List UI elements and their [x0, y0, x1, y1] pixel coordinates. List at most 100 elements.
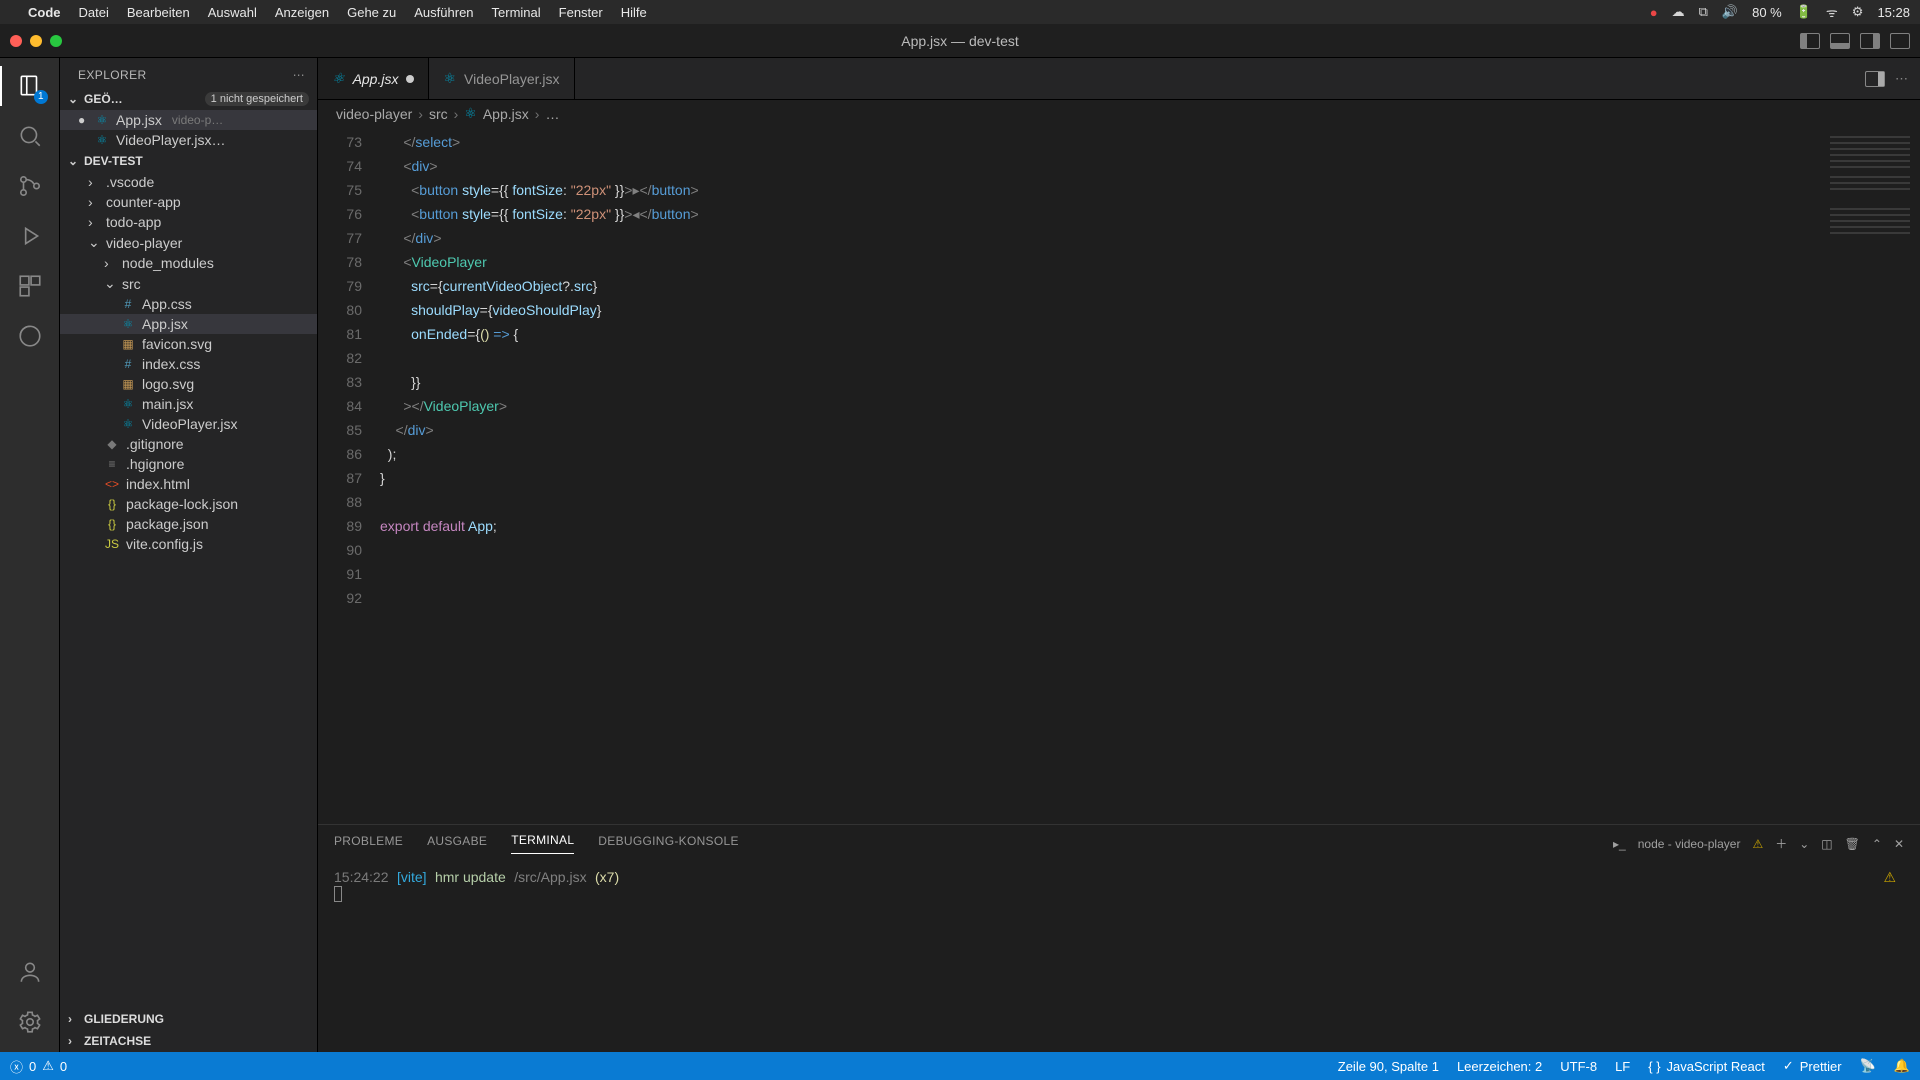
minimize-window-button[interactable] — [30, 35, 42, 47]
close-window-button[interactable] — [10, 35, 22, 47]
panel-tab-ausgabe[interactable]: AUSGABE — [427, 834, 487, 854]
terminal-name[interactable]: node - video-player — [1638, 837, 1741, 851]
terminal-process-icon[interactable]: ▸_ — [1613, 837, 1626, 851]
code-editor[interactable]: </select> <div> <button style={{ fontSiz… — [380, 128, 1820, 824]
wifi-icon[interactable]: ᯤ — [1826, 3, 1838, 21]
file-item[interactable]: ◆.gitignore — [60, 434, 317, 454]
file-item[interactable]: JSvite.config.js — [60, 534, 317, 554]
sidebar-more-icon[interactable]: ⋯ — [293, 68, 305, 82]
terminal-warning-icon[interactable]: ⚠ — [1752, 837, 1763, 851]
traffic-lights — [10, 35, 62, 47]
file-item[interactable]: ▦logo.svg — [60, 374, 317, 394]
file-item[interactable]: ≡.hgignore — [60, 454, 317, 474]
breadcrumb-seg[interactable]: src — [429, 106, 448, 122]
menu-datei[interactable]: Datei — [79, 5, 109, 20]
status-errors[interactable]: ⓧ0 ⚠0 — [10, 1057, 67, 1076]
breadcrumb[interactable]: video-player› src› ⚛ App.jsx› … — [318, 100, 1920, 128]
status-bell-icon[interactable]: 🔔 — [1894, 1058, 1910, 1074]
extensions-icon[interactable] — [14, 270, 46, 302]
terminal-output[interactable]: ⚠ 15:24:22 [vite] hmr update /src/App.js… — [318, 863, 1920, 1052]
status-prettier[interactable]: ✓Prettier — [1783, 1058, 1842, 1074]
breadcrumb-seg[interactable]: App.jsx — [483, 106, 529, 122]
file-item[interactable]: <>index.html — [60, 474, 317, 494]
menu-bearbeiten[interactable]: Bearbeiten — [127, 5, 190, 20]
split-terminal-icon[interactable]: ◫ — [1821, 837, 1832, 851]
workspace-section[interactable]: ⌄ DEV-TEST — [60, 150, 317, 172]
outline-section[interactable]: › GLIEDERUNG — [60, 1008, 317, 1030]
window-title: App.jsx — dev-test — [901, 33, 1019, 49]
file-item[interactable]: ⚛VideoPlayer.jsx — [60, 414, 317, 434]
edge-tools-icon[interactable] — [14, 320, 46, 352]
status-eol[interactable]: LF — [1615, 1059, 1630, 1074]
record-icon[interactable]: ● — [1650, 5, 1658, 20]
open-editors-section[interactable]: ⌄ GEÖ… 1 nicht gespeichert — [60, 88, 317, 110]
file-item[interactable]: #index.css — [60, 354, 317, 374]
activity-bar: 1 — [0, 58, 60, 1052]
minimap[interactable] — [1820, 128, 1920, 824]
source-control-icon[interactable] — [14, 170, 46, 202]
folder-item[interactable]: ›todo-app — [60, 212, 317, 232]
error-icon: ⓧ — [10, 1057, 23, 1076]
status-feedback-icon[interactable]: 📡 — [1860, 1058, 1876, 1074]
file-item[interactable]: ▦favicon.svg — [60, 334, 317, 354]
menu-anzeigen[interactable]: Anzeigen — [275, 5, 329, 20]
file-item[interactable]: #App.css — [60, 294, 317, 314]
settings-gear-icon[interactable] — [14, 1006, 46, 1038]
status-cursor-position[interactable]: Zeile 90, Spalte 1 — [1338, 1059, 1439, 1074]
panel-tab-terminal[interactable]: TERMINAL — [511, 833, 574, 854]
menu-terminal[interactable]: Terminal — [492, 5, 541, 20]
customize-layout-button[interactable] — [1890, 33, 1910, 49]
terminal-dropdown-icon[interactable]: ⌄ — [1799, 837, 1809, 851]
folder-item[interactable]: ›counter-app — [60, 192, 317, 212]
folder-item[interactable]: ⌄video-player — [60, 232, 317, 253]
status-language[interactable]: { }JavaScript React — [1648, 1059, 1765, 1074]
explorer-icon[interactable]: 1 — [14, 70, 46, 102]
status-encoding[interactable]: UTF-8 — [1560, 1059, 1597, 1074]
menu-gehe-zu[interactable]: Gehe zu — [347, 5, 396, 20]
toggle-panel-button[interactable] — [1830, 33, 1850, 49]
menu-auswahl[interactable]: Auswahl — [208, 5, 257, 20]
editor-tab[interactable]: ⚛VideoPlayer.jsx — [429, 58, 574, 99]
open-editor-item[interactable]: ●⚛App.jsxvideo-p… — [60, 110, 317, 130]
toggle-secondary-sidebar-button[interactable] — [1860, 33, 1880, 49]
control-center-icon[interactable]: ⚙ — [1852, 4, 1864, 20]
tab-more-icon[interactable]: ⋯ — [1895, 71, 1908, 87]
file-item[interactable]: ⚛App.jsx — [60, 314, 317, 334]
panel-maximize-icon[interactable]: ⌃ — [1872, 837, 1882, 851]
editor-tab[interactable]: ⚛App.jsx — [318, 58, 429, 99]
file-item[interactable]: {}package.json — [60, 514, 317, 534]
status-indent[interactable]: Leerzeichen: 2 — [1457, 1059, 1542, 1074]
search-icon[interactable] — [14, 120, 46, 152]
maximize-window-button[interactable] — [50, 35, 62, 47]
cloud-icon[interactable]: ☁ — [1672, 4, 1685, 20]
open-editor-item[interactable]: ⚛VideoPlayer.jsx… — [60, 130, 317, 150]
accounts-icon[interactable] — [14, 956, 46, 988]
folder-item[interactable]: ⌄src — [60, 273, 317, 294]
tab-bar: ⚛App.jsx⚛VideoPlayer.jsx ⋯ — [318, 58, 1920, 100]
app-name[interactable]: Code — [28, 5, 61, 20]
volume-icon[interactable]: 🔊 — [1722, 4, 1738, 20]
menubar-clock[interactable]: 15:28 — [1877, 5, 1910, 20]
folder-item[interactable]: ›node_modules — [60, 253, 317, 273]
panel-close-icon[interactable]: ✕ — [1894, 837, 1904, 851]
line-number-gutter[interactable]: 7374757677787980818283848586878889909192 — [318, 128, 380, 824]
display-icon[interactable]: ⧉ — [1699, 4, 1708, 20]
menu-fenster[interactable]: Fenster — [559, 5, 603, 20]
file-item[interactable]: {}package-lock.json — [60, 494, 317, 514]
new-terminal-button[interactable]: ＋ — [1775, 835, 1787, 852]
panel-tab-debugging-konsole[interactable]: DEBUGGING-KONSOLE — [598, 834, 738, 854]
split-editor-icon[interactable] — [1865, 71, 1885, 87]
file-item[interactable]: ⚛main.jsx — [60, 394, 317, 414]
battery-icon[interactable]: 🔋 — [1796, 4, 1812, 20]
toggle-primary-sidebar-button[interactable] — [1800, 33, 1820, 49]
run-debug-icon[interactable] — [14, 220, 46, 252]
kill-terminal-icon[interactable]: 🗑 — [1845, 837, 1860, 851]
timeline-section[interactable]: › ZEITACHSE — [60, 1030, 317, 1052]
folder-item[interactable]: ›.vscode — [60, 172, 317, 192]
breadcrumb-seg[interactable]: … — [545, 106, 559, 122]
panel-tab-probleme[interactable]: PROBLEME — [334, 834, 403, 854]
breadcrumb-seg[interactable]: video-player — [336, 106, 412, 122]
workspace-label: DEV-TEST — [84, 154, 143, 168]
menu-hilfe[interactable]: Hilfe — [621, 5, 647, 20]
menu-ausfuehren[interactable]: Ausführen — [414, 5, 473, 20]
